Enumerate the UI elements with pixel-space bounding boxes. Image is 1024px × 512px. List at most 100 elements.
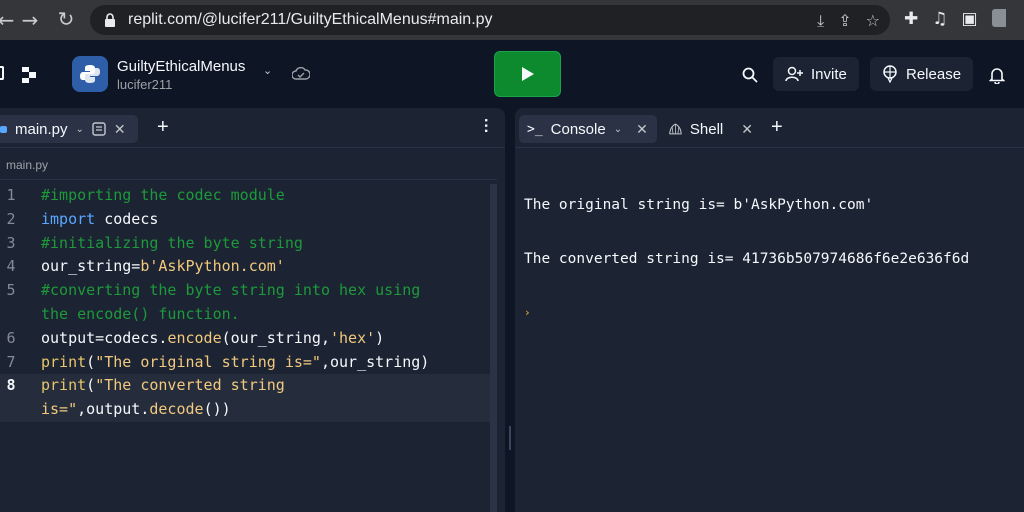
code-token: print: [41, 352, 87, 371]
line-number: 6: [6, 328, 16, 347]
code-token: #importing the codec module: [41, 186, 285, 204]
tab-shell[interactable]: Shell ✕: [661, 115, 761, 143]
close-icon[interactable]: ✕: [741, 121, 753, 138]
media-control-icon[interactable]: ♫: [932, 9, 947, 29]
code-line[interactable]: 3 #initializing the byte string: [0, 232, 497, 256]
code-line[interactable]: 1 #importing the codec module: [0, 184, 497, 208]
new-tab-plus-icon[interactable]: +: [771, 116, 783, 139]
code-token: encode: [167, 328, 222, 347]
code-text: #initializing the byte string: [41, 232, 303, 256]
line-number: 1: [6, 186, 16, 204]
close-icon[interactable]: ✕: [114, 121, 126, 138]
code-line[interactable]: 7 print("The original string is=",our_str…: [0, 351, 497, 375]
tab-label: main.py: [15, 120, 68, 138]
code-token: codecs: [95, 209, 159, 228]
console-panel: >_ Console ⌄ ✕ Shell ✕ + The original st…: [515, 108, 1024, 512]
line-number: 2: [6, 209, 16, 228]
repl-name[interactable]: GuiltyEthicalMenus: [117, 58, 245, 75]
chevron-down-icon[interactable]: ⌄: [76, 124, 84, 135]
line-number: 4: [6, 257, 16, 276]
line-number: 8: [6, 376, 16, 395]
tab-shell-label: Shell: [689, 120, 724, 138]
code-line[interactable]: 2 import codecs: [0, 208, 497, 232]
console-tab-bar: >_ Console ⌄ ✕ Shell ✕ +: [515, 108, 1024, 148]
code-text: our_string=b'AskPython.com': [41, 255, 285, 279]
code-token: (: [86, 376, 96, 395]
more-options-icon[interactable]: ···: [477, 118, 494, 134]
cloud-check-icon: [292, 67, 310, 80]
address-bar[interactable]: replit.com/@lucifer211/GuiltyEthicalMenu…: [90, 5, 890, 35]
repl-owner[interactable]: lucifer211: [117, 77, 172, 92]
share-icon[interactable]: ⇪: [838, 11, 851, 31]
url-text: replit.com/@lucifer211/GuiltyEthicalMenu…: [128, 11, 493, 28]
code-token: (: [86, 352, 96, 371]
code-token: 'hex': [330, 328, 376, 347]
code-text: print("The original string is=",our_stri…: [41, 351, 429, 375]
code-line[interactable]: 5 #converting the byte string into hex us…: [0, 279, 497, 303]
lock-icon: [105, 13, 115, 27]
code-line[interactable]: 6 output=codecs.encode(our_string,'hex'): [0, 327, 497, 351]
close-icon[interactable]: ✕: [636, 121, 648, 138]
console-output-line: The original string is= b'AskPython.com': [524, 197, 874, 213]
code-line[interactable]: is=",output.decode()): [0, 398, 497, 422]
code-token: (our_string,: [221, 328, 330, 347]
code-token: #initializing the byte string: [41, 233, 303, 252]
tab-main-py[interactable]: main.py ⌄ ✕: [0, 115, 138, 143]
profile-avatar[interactable]: [991, 9, 1006, 27]
line-number: 5: [6, 281, 16, 300]
install-app-icon[interactable]: ⤓: [817, 11, 824, 31]
play-icon: [521, 67, 534, 81]
run-button[interactable]: [494, 51, 561, 97]
chevron-down-icon[interactable]: ⌄: [263, 64, 272, 77]
tab-console-label: Console: [550, 120, 606, 138]
bell-icon[interactable]: [989, 66, 1005, 84]
replit-logo-icon[interactable]: [22, 67, 40, 83]
chevron-down-icon[interactable]: ⌄: [614, 124, 622, 135]
code-text: is=",output.decode()): [41, 398, 231, 422]
breadcrumb[interactable]: main.py: [6, 158, 48, 172]
invite-label: Invite: [811, 65, 847, 83]
code-token: b'AskPython.com': [140, 257, 285, 276]
code-line[interactable]: 4 our_string=b'AskPython.com': [0, 255, 497, 279]
python-language-icon: [72, 56, 108, 92]
code-token: our_string=: [41, 257, 141, 276]
tab-console[interactable]: >_ Console ⌄ ✕: [519, 115, 657, 143]
shell-icon: [669, 123, 682, 135]
search-icon[interactable]: [742, 67, 758, 83]
code-text: #converting the byte string into hex usi…: [41, 279, 420, 303]
console-output-line: The converted string is= 41736b507974686…: [524, 251, 970, 267]
code-token: the encode() function.: [41, 304, 240, 323]
release-button[interactable]: Release: [870, 57, 974, 91]
extensions-puzzle-icon[interactable]: ✚: [904, 9, 918, 29]
code-line[interactable]: the encode() function.: [0, 303, 497, 327]
code-text: the encode() function.: [41, 303, 240, 327]
editor-panel: main.py ⌄ ✕ + ··· main.py 1 #importing th…: [0, 108, 505, 512]
sidebar-toggle-icon[interactable]: [0, 66, 4, 80]
console-prompt-icon: ›: [524, 306, 531, 319]
new-tab-plus-icon[interactable]: +: [157, 116, 169, 139]
invite-button[interactable]: Invite: [773, 57, 859, 91]
code-token: is=": [41, 400, 78, 419]
code-line[interactable]: 8 print("The converted string: [0, 374, 497, 399]
browser-toolbar: ← → ↻ replit.com/@lucifer211/GuiltyEthic…: [0, 0, 1024, 40]
panel-divider[interactable]: [505, 106, 515, 512]
reload-icon[interactable]: ↻: [52, 7, 80, 31]
console-output[interactable]: The original string is= b'AskPython.com'…: [524, 160, 969, 358]
deploy-balloon-icon: [883, 65, 897, 83]
code-text: #importing the codec module: [41, 184, 285, 208]
code-editor[interactable]: 1 #importing the codec module 2 import code…: [0, 184, 497, 422]
code-text: output=codecs.encode(our_string,'hex'): [41, 327, 384, 351]
code-token: ()): [203, 400, 231, 419]
code-token: import: [41, 209, 96, 228]
code-token: decode: [149, 400, 204, 419]
app-header: GuiltyEthicalMenus lucifer211 ⌄ Invite R…: [0, 40, 1024, 106]
bookmark-star-icon[interactable]: ☆: [866, 11, 880, 31]
line-number: 7: [6, 352, 16, 371]
resize-handle[interactable]: [509, 426, 511, 450]
editor-scrollbar[interactable]: [490, 184, 497, 512]
forward-arrow-icon[interactable]: →: [16, 8, 44, 32]
code-token: ): [375, 328, 385, 347]
file-outline-icon[interactable]: [92, 122, 106, 136]
side-panel-icon[interactable]: ▣: [962, 9, 978, 29]
python-file-icon: [0, 125, 7, 133]
